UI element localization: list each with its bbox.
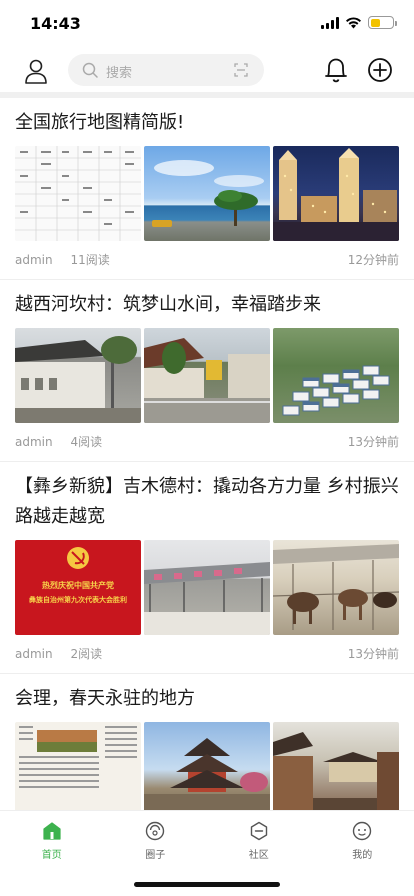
article-meta: admin 4阅读 13分钟前	[15, 423, 399, 461]
article-card[interactable]: 越西河坎村：筑梦山水间，幸福踏步来 admin 4阅读 13分钟前	[0, 280, 414, 462]
newspaper-graphic	[19, 726, 137, 788]
seaside-thumbnail[interactable]	[144, 146, 270, 241]
wifi-icon	[346, 17, 361, 29]
article-time: 13分钟前	[347, 647, 399, 661]
tab-circle-label: 圈子	[145, 850, 166, 861]
old-town-thumbnail[interactable]	[273, 722, 399, 810]
tab-community-label: 社区	[248, 850, 269, 861]
article-images: 热烈庆祝中国共产党 彝族自治州第九次代表大会胜利	[15, 540, 399, 635]
article-card[interactable]: 【彝乡新貌】吉木德村：撬动各方力量 乡村振兴路越走越宽 热烈庆祝中国共产党 彝族…	[0, 462, 414, 674]
article-card[interactable]: 全国旅行地图精简版! admin 11阅读 12分钟前	[0, 98, 414, 280]
battery-level	[370, 18, 380, 27]
banner-line-1: 热烈庆祝中国共产党	[42, 581, 114, 590]
tab-circle[interactable]: 圈子	[104, 811, 208, 864]
article-images	[15, 328, 399, 423]
home-icon	[43, 822, 61, 840]
search-icon	[82, 62, 98, 78]
tab-mine-label: 我的	[352, 850, 373, 861]
article-images	[15, 722, 399, 810]
banner-line-2: 彝族自治州第九次代表大会胜利	[29, 596, 127, 604]
circle-smile-icon	[146, 821, 165, 841]
village-street-graphic	[144, 338, 270, 423]
article-title: 会理，春天永驻的地方	[15, 688, 195, 709]
article-images	[15, 146, 399, 241]
article-title: 【彝乡新貌】吉木德村：撬动各方力量 乡村振兴路越走越宽	[15, 476, 399, 527]
old-town-graphic	[273, 732, 399, 810]
article-feed[interactable]: 全国旅行地图精简版! admin 11阅读 12分钟前 越西河坎村：筑梦山水间，…	[0, 98, 414, 810]
status-time: 14:43	[30, 14, 81, 33]
article-reads: 4阅读	[70, 435, 103, 449]
tab-home[interactable]: 首页	[0, 811, 104, 864]
market-shed-thumbnail[interactable]	[144, 540, 270, 635]
article-meta: admin 2阅读 13分钟前	[15, 635, 399, 673]
aerial-village-thumbnail[interactable]	[273, 328, 399, 423]
horses-graphic	[273, 544, 399, 630]
market-shed-graphic	[144, 562, 270, 635]
village-wall-graphic	[15, 336, 141, 423]
article-reads: 11阅读	[70, 253, 110, 267]
scan-icon[interactable]	[234, 63, 248, 77]
profile-face-icon	[353, 821, 372, 841]
article-time: 12分钟前	[347, 253, 399, 267]
village-street-thumbnail[interactable]	[144, 328, 270, 423]
night-city-thumbnail[interactable]	[273, 146, 399, 241]
bell-icon[interactable]	[323, 56, 349, 84]
article-author: admin	[15, 647, 53, 661]
article-title: 越西河坎村：筑梦山水间，幸福踏步来	[15, 294, 321, 315]
newspaper-thumbnail[interactable]	[15, 722, 141, 810]
search-input[interactable]: 搜索	[68, 54, 264, 86]
party-banner-thumbnail[interactable]: 热烈庆祝中国共产党 彝族自治州第九次代表大会胜利	[15, 540, 141, 635]
article-card[interactable]: 会理，春天永驻的地方	[0, 674, 414, 810]
search-placeholder: 搜索	[106, 66, 133, 81]
grid-table-graphic	[15, 146, 141, 241]
bottom-tab-bar: 首页 圈子 社区 我的	[0, 810, 414, 864]
tree-graphic	[152, 160, 264, 227]
article-author: admin	[15, 435, 53, 449]
add-circle-icon[interactable]	[367, 57, 393, 83]
community-icon	[250, 821, 267, 841]
article-title: 全国旅行地图精简版!	[15, 112, 185, 133]
towers-graphic	[273, 148, 399, 241]
battery-icon	[368, 16, 397, 29]
article-time: 13分钟前	[347, 435, 399, 449]
map-table-thumbnail[interactable]	[15, 146, 141, 241]
article-meta: admin 11阅读 12分钟前	[15, 241, 399, 279]
article-author: admin	[15, 253, 53, 267]
village-wall-thumbnail[interactable]	[15, 328, 141, 423]
pavilion-thumbnail[interactable]	[144, 722, 270, 810]
livestock-pen-thumbnail[interactable]	[273, 540, 399, 635]
pavilion-graphic	[144, 738, 270, 810]
top-header: 搜索	[0, 52, 414, 90]
cellular-signal-icon	[321, 16, 339, 29]
tab-community[interactable]: 社区	[207, 811, 311, 864]
tab-home-label: 首页	[41, 850, 62, 861]
article-reads: 2阅读	[70, 647, 103, 661]
status-icons	[321, 16, 397, 29]
home-indicator	[134, 882, 280, 887]
user-icon[interactable]	[24, 58, 48, 84]
tab-mine[interactable]: 我的	[311, 811, 414, 864]
status-bar: 14:43	[0, 0, 414, 48]
aerial-houses-graphic	[282, 365, 390, 416]
